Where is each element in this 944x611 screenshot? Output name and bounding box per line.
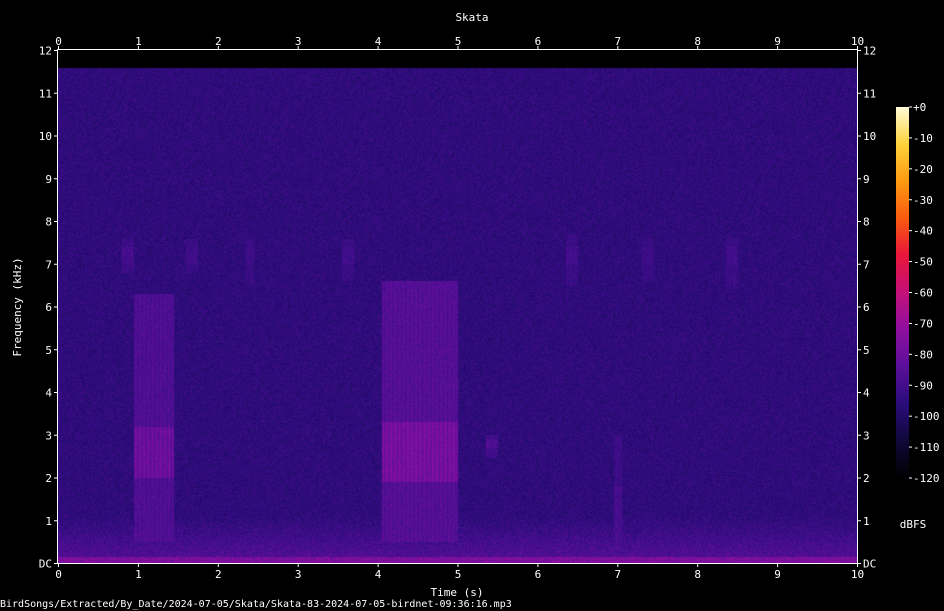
x-tick-label-bottom: 8 bbox=[694, 568, 701, 581]
spectrogram-image bbox=[58, 50, 857, 563]
y-tick-label-right: 1 bbox=[863, 515, 870, 528]
y-tick-label-right: 3 bbox=[863, 429, 870, 442]
x-tick-label-bottom: 9 bbox=[774, 568, 781, 581]
colorbar-tick-label: -20 bbox=[913, 163, 933, 176]
y-tick-label-right: 8 bbox=[863, 216, 870, 229]
y-tick-label-left: 6 bbox=[45, 301, 52, 314]
colorbar-tick-label: -100 bbox=[913, 410, 940, 423]
colorbar-tick-label: -30 bbox=[913, 194, 933, 207]
file-path: BirdSongs/Extracted/By_Date/2024-07-05/S… bbox=[0, 599, 512, 610]
colorbar-tick-label: -50 bbox=[913, 256, 933, 269]
x-tick-label-bottom: 3 bbox=[295, 568, 302, 581]
colorbar-tick-label: -70 bbox=[913, 317, 933, 330]
x-tick-label-top: 4 bbox=[375, 35, 382, 48]
x-tick-label-bottom: 2 bbox=[215, 568, 222, 581]
y-tick-label-right: 4 bbox=[863, 387, 870, 400]
x-tick-label-bottom: 1 bbox=[135, 568, 142, 581]
spectrogram-figure: Skata 001122334455667788991010DC DC1 12 23 3… bbox=[0, 0, 944, 611]
y-tick-label-right: 9 bbox=[863, 173, 870, 186]
y-tick-label-left: 7 bbox=[45, 258, 52, 271]
y-tick-label-left: 11 bbox=[39, 87, 52, 100]
x-tick-label-top: 8 bbox=[694, 35, 701, 48]
y-tick-label-left: 10 bbox=[39, 130, 52, 143]
y-axis-label: Frequency (kHz) bbox=[11, 257, 24, 356]
x-tick-label-top: 5 bbox=[455, 35, 462, 48]
x-tick-label-bottom: 0 bbox=[55, 568, 62, 581]
colorbar-tick-label: -110 bbox=[913, 441, 940, 454]
y-tick-label-left: 12 bbox=[39, 45, 52, 58]
x-tick-label-top: 1 bbox=[135, 35, 142, 48]
y-tick-label-left: DC bbox=[39, 558, 52, 571]
x-tick-label-top: 9 bbox=[774, 35, 781, 48]
y-tick-label-right: 10 bbox=[863, 130, 876, 143]
colorbar-tick-label: -120 bbox=[913, 472, 940, 485]
y-tick-label-left: 2 bbox=[45, 472, 52, 485]
x-axis-label: Time (s) bbox=[431, 586, 484, 599]
colorbar-tick-label: +0 bbox=[913, 101, 926, 114]
colorbar-tick-label: -90 bbox=[913, 379, 933, 392]
y-tick-label-left: 9 bbox=[45, 173, 52, 186]
y-tick-label-left: 1 bbox=[45, 515, 52, 528]
y-tick-label-right: 2 bbox=[863, 472, 870, 485]
y-tick-label-right: 6 bbox=[863, 301, 870, 314]
colorbar-tick-label: -60 bbox=[913, 287, 933, 300]
y-tick-label-right: 12 bbox=[863, 45, 876, 58]
colorbar-tick-label: -10 bbox=[913, 132, 933, 145]
x-tick-label-top: 6 bbox=[535, 35, 542, 48]
x-tick-label-top: 7 bbox=[614, 35, 621, 48]
y-tick-label-left: 3 bbox=[45, 429, 52, 442]
colorbar-label: dBFS bbox=[900, 518, 927, 531]
y-tick-label-right: 11 bbox=[863, 87, 876, 100]
x-tick-label-bottom: 6 bbox=[535, 568, 542, 581]
y-tick-label-right: 7 bbox=[863, 258, 870, 271]
y-tick-label-left: 4 bbox=[45, 387, 52, 400]
y-tick-label-left: 8 bbox=[45, 216, 52, 229]
x-tick-label-bottom: 7 bbox=[614, 568, 621, 581]
y-tick-label-right: 5 bbox=[863, 344, 870, 357]
colorbar bbox=[896, 107, 909, 478]
x-tick-label-top: 0 bbox=[55, 35, 62, 48]
colorbar-tick-label: -80 bbox=[913, 348, 933, 361]
colorbar-tick-label: -40 bbox=[913, 225, 933, 238]
x-tick-label-bottom: 4 bbox=[375, 568, 382, 581]
y-tick-label-left: 5 bbox=[45, 344, 52, 357]
x-tick-label-top: 3 bbox=[295, 35, 302, 48]
y-tick-label-right: DC bbox=[863, 558, 876, 571]
x-tick-label-bottom: 5 bbox=[455, 568, 462, 581]
x-tick-label-top: 2 bbox=[215, 35, 222, 48]
chart-title: Skata bbox=[455, 11, 488, 24]
